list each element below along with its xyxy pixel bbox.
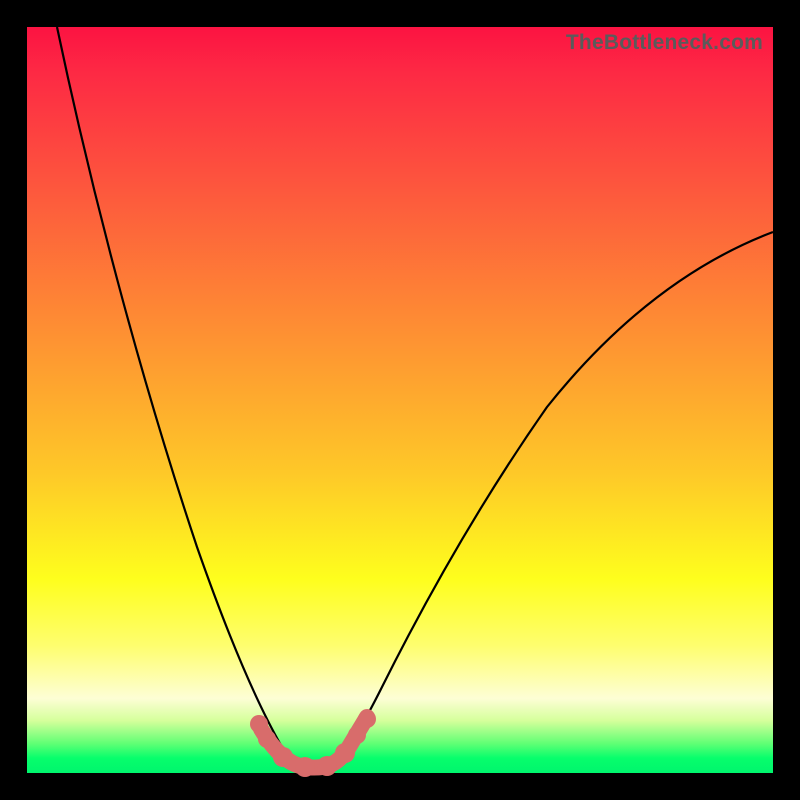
marker-dot <box>358 710 376 728</box>
left-curve <box>57 27 304 770</box>
marker-dot <box>273 747 293 767</box>
marker-dot <box>295 757 315 777</box>
marker-dot <box>317 756 337 776</box>
plot-area: TheBottleneck.com <box>27 27 773 773</box>
chart-svg <box>27 27 773 773</box>
marker-dot <box>348 726 366 744</box>
marker-dot <box>335 743 355 763</box>
marker-dot <box>258 730 276 748</box>
right-curve <box>327 232 773 770</box>
outer-frame: TheBottleneck.com <box>0 0 800 800</box>
